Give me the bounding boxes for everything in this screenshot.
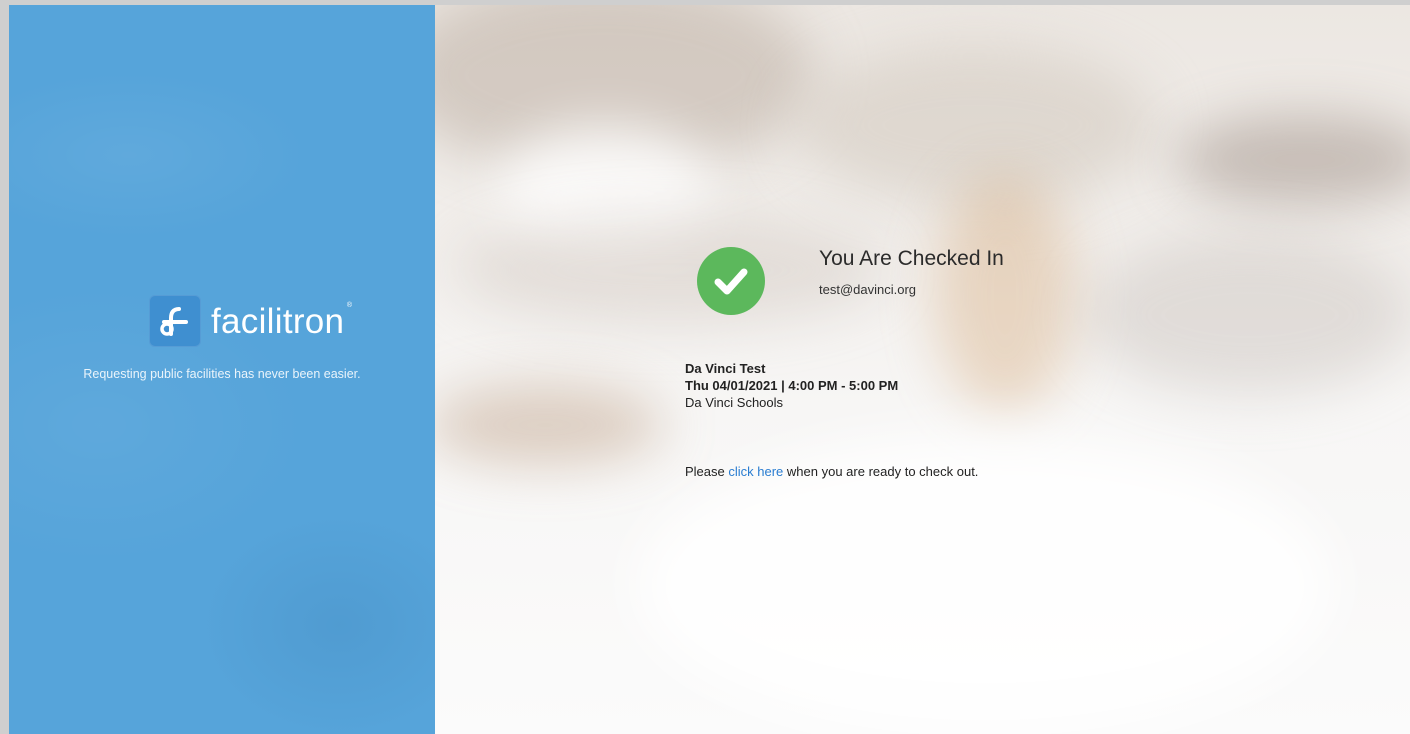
event-datetime: Thu 04/01/2021 | 4:00 PM - 5:00 PM (685, 378, 899, 393)
screen-frame: facilitron ® Requesting public facilities… (0, 0, 1410, 734)
facilitron-logo: facilitron ® (149, 293, 352, 349)
checkin-email: test@davinci.org (819, 282, 917, 297)
brand-name: facilitron (211, 301, 345, 341)
registered-mark: ® (346, 301, 353, 309)
check-circle-icon (697, 247, 765, 315)
background-blur (635, 435, 1335, 734)
checkin-title: You Are Checked In (819, 247, 1004, 270)
checkout-suffix: when you are ready to check out. (783, 464, 979, 479)
checkmark-glyph (714, 268, 748, 295)
checkout-link[interactable]: click here (728, 464, 783, 479)
brand-wordmark: facilitron ® (211, 301, 352, 341)
background-blur (795, 45, 1155, 205)
brand-tagline: Requesting public facilities has never b… (83, 367, 361, 381)
browser-window: facilitron ® Requesting public facilities… (9, 5, 1410, 734)
event-organization: Da Vinci Schools (685, 395, 784, 410)
brand-panel: facilitron ® Requesting public facilities… (9, 5, 435, 734)
event-details: Da Vinci Test Thu 04/01/2021 | 4:00 PM -… (685, 360, 898, 411)
background-blur (935, 175, 1075, 415)
background-blur (1085, 235, 1410, 395)
checkout-prefix: Please (685, 464, 729, 479)
checkin-content-panel: You Are Checked In test@davinci.org Da V… (435, 5, 1410, 734)
event-name: Da Vinci Test (685, 361, 766, 376)
checkout-instructions: Please click here when you are ready to … (685, 464, 978, 479)
background-blur (435, 385, 665, 465)
logo-mark-glyph (160, 307, 188, 336)
facilitron-f-logo-icon (149, 295, 201, 347)
background-blur (1175, 115, 1410, 205)
